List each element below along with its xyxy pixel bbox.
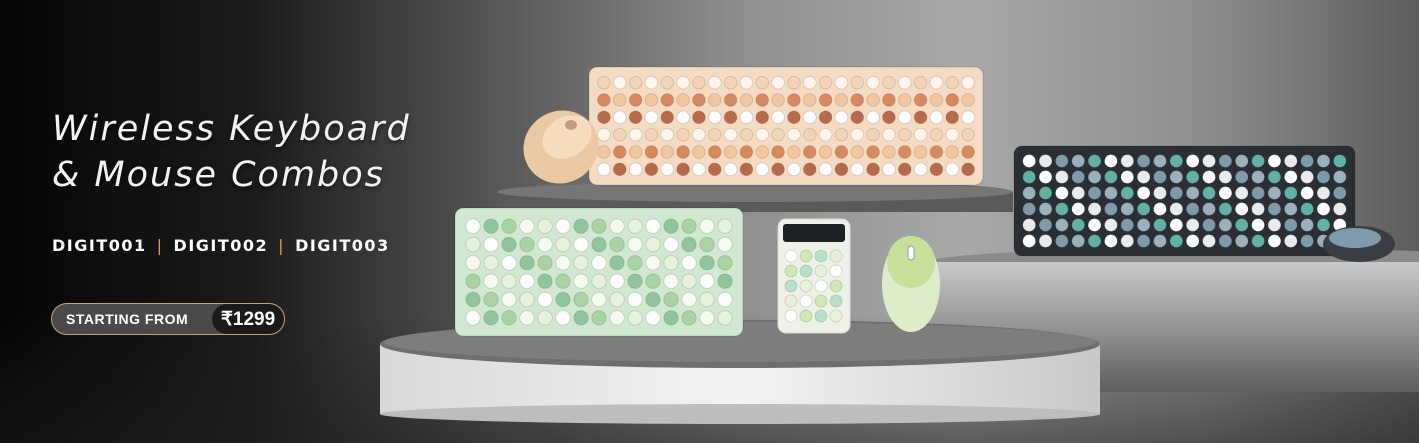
model-code: DIGIT001 (52, 236, 147, 255)
price-label: STARTING FROM (66, 311, 189, 327)
dark-keyboard-image (1013, 145, 1356, 257)
price-value: ₹1299 (212, 304, 284, 334)
mint-mouse-image (882, 236, 940, 332)
model-code: DIGIT002 (173, 236, 269, 255)
separator: | (156, 236, 164, 255)
dark-mouse-image (1323, 226, 1395, 262)
hero-banner[interactable]: Wireless Keyboard & Mouse Combos DIGIT00… (0, 0, 1419, 443)
headline: Wireless Keyboard & Mouse Combos (52, 106, 411, 198)
peach-mouse-image (523, 110, 599, 184)
headline-line-1: Wireless Keyboard (52, 109, 411, 149)
headline-line-2: & Mouse Combos (52, 155, 385, 195)
separator: | (278, 236, 286, 255)
peach-keyboard-image (588, 66, 984, 186)
starting-price-badge[interactable]: STARTING FROM ₹1299 (51, 303, 285, 335)
model-list: DIGIT001 | DIGIT002 | DIGIT003 (52, 236, 390, 255)
numpad-image (777, 218, 851, 334)
mint-keyboard-image (454, 207, 744, 337)
model-code: DIGIT003 (295, 236, 390, 255)
